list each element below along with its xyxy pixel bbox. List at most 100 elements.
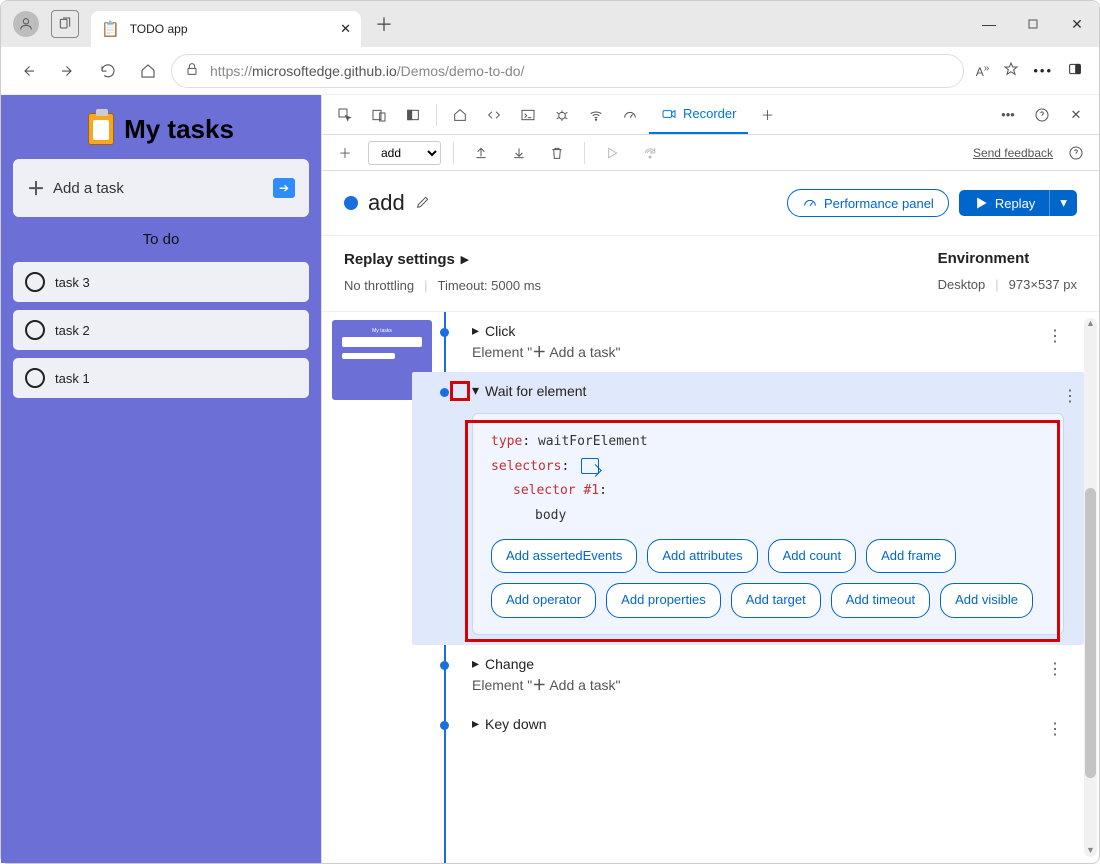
task-row[interactable]: task 2 bbox=[13, 310, 309, 350]
new-tab-button[interactable]: ＋ bbox=[375, 11, 393, 37]
dock-side-button[interactable] bbox=[398, 101, 428, 129]
checkbox-circle-icon[interactable] bbox=[25, 272, 45, 292]
elements-tab[interactable] bbox=[479, 101, 509, 129]
step-menu-button[interactable]: ⋮ bbox=[1062, 386, 1078, 406]
section-heading: To do bbox=[13, 231, 309, 248]
checkbox-circle-icon[interactable] bbox=[25, 368, 45, 388]
more-menu-button[interactable]: ••• bbox=[1033, 63, 1053, 78]
step-wait-for-element[interactable]: ▾Wait for element ⋮ type: waitForElement… bbox=[412, 372, 1084, 645]
timeout-value: Timeout: 5000 ms bbox=[437, 278, 541, 293]
task-label: task 2 bbox=[55, 323, 90, 338]
recorder-tab[interactable]: Recorder bbox=[649, 95, 748, 134]
bug-icon bbox=[554, 107, 570, 123]
window-maximize-button[interactable] bbox=[1011, 9, 1055, 39]
annotation-highlight bbox=[450, 381, 470, 401]
edit-name-button[interactable] bbox=[415, 194, 431, 213]
step-change[interactable]: ▸ Change Element "＋ Add a task" ⋮ bbox=[442, 645, 1069, 705]
new-recording-button[interactable]: ＋ bbox=[330, 139, 360, 167]
scrollbar[interactable]: ▲ ▼ bbox=[1084, 318, 1097, 857]
read-aloud-icon[interactable]: A» bbox=[976, 63, 990, 79]
sidebar-toggle-icon[interactable] bbox=[1067, 61, 1083, 80]
device-emulation-button[interactable] bbox=[364, 101, 394, 129]
welcome-tab[interactable] bbox=[445, 101, 475, 129]
performance-panel-label: Performance panel bbox=[824, 196, 934, 211]
add-task-row[interactable]: ＋ Add a task ➔ bbox=[13, 159, 309, 217]
send-feedback-link[interactable]: Send feedback bbox=[973, 146, 1053, 160]
add-count-chip[interactable]: Add count bbox=[768, 539, 857, 574]
export-button[interactable] bbox=[504, 139, 534, 167]
task-row[interactable]: task 3 bbox=[13, 262, 309, 302]
more-tabs-button[interactable]: ＋ bbox=[752, 101, 782, 129]
caret-right-icon[interactable]: ▸ bbox=[472, 655, 479, 672]
inspect-element-button[interactable] bbox=[330, 101, 360, 129]
add-target-chip[interactable]: Add target bbox=[731, 583, 821, 618]
step-menu-button[interactable]: ⋮ bbox=[1047, 719, 1063, 739]
task-label: task 1 bbox=[55, 371, 90, 386]
step-title: Wait for element bbox=[485, 383, 586, 399]
scroll-up-icon[interactable]: ▲ bbox=[1084, 318, 1097, 330]
console-tab[interactable] bbox=[513, 101, 543, 129]
add-attributes-chip[interactable]: Add attributes bbox=[647, 539, 757, 574]
nav-home-button[interactable] bbox=[131, 54, 165, 88]
devtools-more-button[interactable]: ••• bbox=[993, 101, 1023, 129]
nav-refresh-button[interactable] bbox=[91, 54, 125, 88]
devtools-help-button[interactable] bbox=[1027, 101, 1057, 129]
help-icon bbox=[1068, 145, 1084, 161]
recorder-tab-label: Recorder bbox=[683, 106, 736, 121]
caret-right-icon[interactable]: ▸ bbox=[472, 715, 479, 732]
clipboard-icon: 📋 bbox=[101, 20, 120, 38]
performance-panel-button[interactable]: Performance panel bbox=[787, 189, 949, 217]
step-title: Click bbox=[485, 323, 515, 339]
step-menu-button[interactable]: ⋮ bbox=[1047, 659, 1063, 679]
replay-options-button[interactable]: ▾ bbox=[1049, 190, 1077, 216]
address-bar[interactable]: https://microsoftedge.github.io/Demos/de… bbox=[171, 54, 964, 88]
replay-button[interactable]: Replay bbox=[959, 190, 1049, 216]
close-tab-icon[interactable]: ✕ bbox=[340, 21, 351, 37]
window-minimize-button[interactable]: — bbox=[967, 9, 1011, 39]
favorite-icon[interactable] bbox=[1003, 61, 1019, 80]
caret-down-icon[interactable]: ▾ bbox=[472, 382, 479, 399]
wifi-icon bbox=[588, 107, 604, 123]
step-key-down[interactable]: ▸ Key down ⋮ bbox=[442, 705, 1069, 742]
selector-value[interactable]: body bbox=[491, 504, 1045, 529]
add-operator-chip[interactable]: Add operator bbox=[491, 583, 596, 618]
browser-tab-active[interactable]: 📋 TODO app ✕ bbox=[91, 11, 361, 47]
play-icon bbox=[604, 145, 620, 161]
step-button[interactable] bbox=[635, 139, 665, 167]
import-button[interactable] bbox=[466, 139, 496, 167]
pencil-icon bbox=[415, 194, 431, 210]
add-visible-chip[interactable]: Add visible bbox=[940, 583, 1033, 618]
selector-picker-icon[interactable] bbox=[581, 458, 599, 474]
window-close-button[interactable]: ✕ bbox=[1055, 9, 1099, 39]
scrollbar-thumb[interactable] bbox=[1085, 488, 1096, 778]
sources-tab[interactable] bbox=[547, 101, 577, 129]
continue-button[interactable] bbox=[597, 139, 627, 167]
recording-select[interactable]: add bbox=[368, 141, 441, 165]
profile-avatar-icon[interactable] bbox=[13, 11, 39, 37]
task-row[interactable]: task 1 bbox=[13, 358, 309, 398]
replay-settings-heading[interactable]: Replay settings ▸ bbox=[344, 250, 908, 268]
caret-right-icon[interactable]: ▸ bbox=[472, 322, 479, 339]
lock-icon bbox=[184, 61, 200, 80]
devtools-tabbar: Recorder ＋ ••• ✕ bbox=[322, 95, 1099, 135]
add-timeout-chip[interactable]: Add timeout bbox=[831, 583, 930, 618]
checkbox-circle-icon[interactable] bbox=[25, 320, 45, 340]
tab-title: TODO app bbox=[130, 22, 330, 36]
delete-button[interactable] bbox=[542, 139, 572, 167]
inspect-icon bbox=[337, 107, 353, 123]
prop-key: selectors bbox=[491, 459, 561, 474]
submit-task-icon[interactable]: ➔ bbox=[273, 178, 295, 198]
performance-tab[interactable] bbox=[615, 101, 645, 129]
step-click[interactable]: ▸ Click Element "＋ Add a task" ⋮ bbox=[442, 312, 1069, 372]
tab-actions-button[interactable] bbox=[51, 10, 79, 38]
network-tab[interactable] bbox=[581, 101, 611, 129]
add-frame-chip[interactable]: Add frame bbox=[866, 539, 956, 574]
recorder-help-button[interactable] bbox=[1061, 139, 1091, 167]
step-menu-button[interactable]: ⋮ bbox=[1047, 326, 1063, 346]
add-properties-chip[interactable]: Add properties bbox=[606, 583, 721, 618]
scroll-down-icon[interactable]: ▼ bbox=[1084, 845, 1097, 857]
devtools-close-button[interactable]: ✕ bbox=[1061, 101, 1091, 129]
tab-stack-icon bbox=[57, 16, 73, 32]
nav-back-button[interactable] bbox=[11, 54, 45, 88]
add-asserted-events-chip[interactable]: Add assertedEvents bbox=[491, 539, 637, 574]
